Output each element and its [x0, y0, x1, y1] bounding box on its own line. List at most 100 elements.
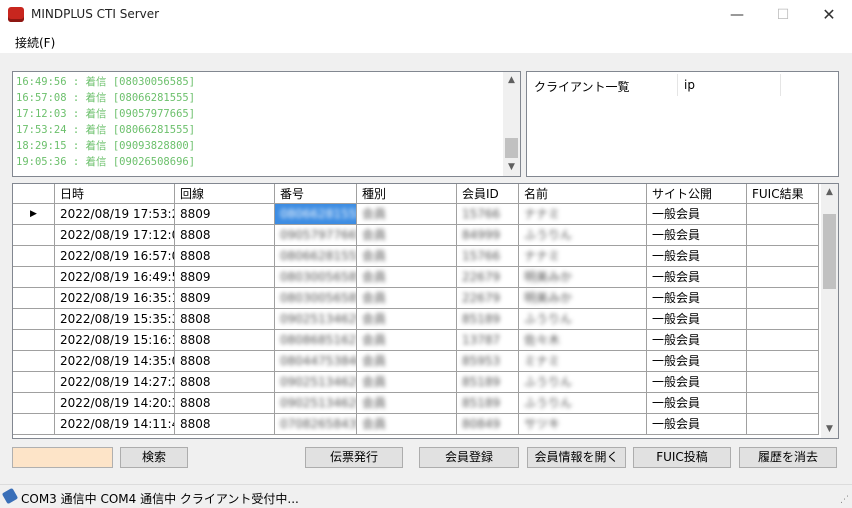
table-row[interactable]: 2022/08/19 14:27:29 8808 09025134629 会員 … [13, 372, 819, 393]
cell-kind[interactable]: 会員 [357, 288, 457, 309]
table-row[interactable]: 2022/08/19 15:16:19 8808 08086851627 会員 … [13, 330, 819, 351]
resize-grip-icon[interactable]: ⋰ [840, 495, 849, 505]
cell-member-id[interactable]: 15766 [457, 204, 519, 225]
cell-datetime[interactable]: 2022/08/19 16:35:18 [55, 288, 175, 309]
table-row[interactable]: 2022/08/19 14:20:31 8808 09025134629 会員 … [13, 393, 819, 414]
call-log[interactable]: 16:49:56 : 着信 [08030056585] 16:57:08 : 着… [12, 71, 521, 177]
col-header-kind[interactable]: 種別 [357, 184, 457, 204]
cell-member-id[interactable]: 85189 [457, 309, 519, 330]
cell-member-id[interactable]: 13787 [457, 330, 519, 351]
table-row[interactable]: ▶ 2022/08/19 17:53:24 8809 08066281555 会… [13, 204, 819, 225]
cell-public[interactable]: 一般会員 [647, 330, 747, 351]
row-header[interactable] [13, 225, 55, 246]
row-header[interactable] [13, 414, 55, 435]
open-member-info-button[interactable]: 会員情報を開く [527, 447, 626, 468]
cell-kind[interactable]: 会員 [357, 414, 457, 435]
cell-name[interactable]: 明美みか [519, 288, 647, 309]
table-row[interactable]: 2022/08/19 16:49:56 8809 08030056585 会員 … [13, 267, 819, 288]
scroll-up-icon[interactable]: ▲ [821, 184, 838, 201]
cell-public[interactable]: 一般会員 [647, 372, 747, 393]
cell-kind[interactable]: 会員 [357, 351, 457, 372]
cell-datetime[interactable]: 2022/08/19 15:35:33 [55, 309, 175, 330]
cell-public[interactable]: 一般会員 [647, 309, 747, 330]
cell-fuic[interactable] [747, 309, 819, 330]
cell-kind[interactable]: 会員 [357, 225, 457, 246]
cell-fuic[interactable] [747, 330, 819, 351]
row-header[interactable] [13, 246, 55, 267]
cell-line[interactable]: 8809 [175, 288, 275, 309]
cell-public[interactable]: 一般会員 [647, 204, 747, 225]
current-row-arrow-icon[interactable]: ▶ [13, 204, 55, 225]
cell-public[interactable]: 一般会員 [647, 393, 747, 414]
cell-name[interactable]: 佐々木 [519, 330, 647, 351]
cell-number[interactable]: 08030056585 [275, 267, 357, 288]
cell-number[interactable]: 09057977665 [275, 225, 357, 246]
cell-datetime[interactable]: 2022/08/19 16:49:56 [55, 267, 175, 288]
fuic-post-button[interactable]: FUIC投稿 [633, 447, 731, 468]
scroll-up-icon[interactable]: ▲ [503, 72, 520, 89]
cell-public[interactable]: 一般会員 [647, 288, 747, 309]
cell-number[interactable]: 08044753846 [275, 351, 357, 372]
cell-line[interactable]: 8808 [175, 309, 275, 330]
cell-datetime[interactable]: 2022/08/19 14:35:08 [55, 351, 175, 372]
row-header[interactable] [13, 351, 55, 372]
cell-line[interactable]: 8809 [175, 204, 275, 225]
col-header-number[interactable]: 番号 [275, 184, 357, 204]
cell-member-id[interactable]: 15766 [457, 246, 519, 267]
minimize-button[interactable]: — [714, 0, 760, 30]
cell-kind[interactable]: 会員 [357, 372, 457, 393]
scroll-thumb[interactable] [823, 214, 836, 289]
close-button[interactable]: ✕ [806, 0, 852, 30]
call-history-grid[interactable]: 日時 回線 番号 種別 会員ID 名前 サイト公開 FUIC結果 ▶ 2022/… [12, 183, 839, 439]
register-member-button[interactable]: 会員登録 [419, 447, 519, 468]
search-input[interactable] [12, 447, 113, 468]
cell-public[interactable]: 一般会員 [647, 225, 747, 246]
cell-datetime[interactable]: 2022/08/19 14:20:31 [55, 393, 175, 414]
cell-fuic[interactable] [747, 351, 819, 372]
cell-member-id[interactable]: 84999 [457, 225, 519, 246]
cell-name[interactable]: ふうりん [519, 225, 647, 246]
cell-line[interactable]: 8808 [175, 225, 275, 246]
cell-line[interactable]: 8808 [175, 414, 275, 435]
cell-line[interactable]: 8809 [175, 267, 275, 288]
grid-scrollbar[interactable]: ▲ ▼ [821, 184, 838, 438]
table-row[interactable]: 2022/08/19 15:35:33 8808 09025134629 会員 … [13, 309, 819, 330]
cell-name[interactable]: ナナミ [519, 246, 647, 267]
cell-public[interactable]: 一般会員 [647, 414, 747, 435]
col-header-name[interactable]: 名前 [519, 184, 647, 204]
cell-datetime[interactable]: 2022/08/19 17:53:24 [55, 204, 175, 225]
cell-name[interactable]: サツキ [519, 414, 647, 435]
cell-kind[interactable]: 会員 [357, 309, 457, 330]
cell-datetime[interactable]: 2022/08/19 16:57:08 [55, 246, 175, 267]
cell-fuic[interactable] [747, 288, 819, 309]
cell-number[interactable]: 08066281555 [275, 204, 357, 225]
col-header-line[interactable]: 回線 [175, 184, 275, 204]
table-row[interactable]: 2022/08/19 17:12:03 8808 09057977665 会員 … [13, 225, 819, 246]
cell-name[interactable]: ふうりん [519, 372, 647, 393]
search-button[interactable]: 検索 [120, 447, 188, 468]
cell-name[interactable]: ふうりん [519, 393, 647, 414]
cell-datetime[interactable]: 2022/08/19 14:11:41 [55, 414, 175, 435]
cell-line[interactable]: 8808 [175, 246, 275, 267]
cell-number[interactable]: 09025134629 [275, 372, 357, 393]
cell-datetime[interactable]: 2022/08/19 14:27:29 [55, 372, 175, 393]
table-row[interactable]: 2022/08/19 14:35:08 8808 08044753846 会員 … [13, 351, 819, 372]
cell-number[interactable]: 09025134629 [275, 309, 357, 330]
cell-fuic[interactable] [747, 372, 819, 393]
row-header[interactable] [13, 267, 55, 288]
cell-fuic[interactable] [747, 414, 819, 435]
cell-datetime[interactable]: 2022/08/19 15:16:19 [55, 330, 175, 351]
cell-kind[interactable]: 会員 [357, 246, 457, 267]
scroll-down-icon[interactable]: ▼ [821, 421, 838, 438]
cell-name[interactable]: 明美みか [519, 267, 647, 288]
cell-number[interactable]: 08066281555 [275, 246, 357, 267]
cell-number[interactable]: 07082658435 [275, 414, 357, 435]
cell-fuic[interactable] [747, 225, 819, 246]
cell-fuic[interactable] [747, 204, 819, 225]
issue-slip-button[interactable]: 伝票発行 [305, 447, 403, 468]
cell-line[interactable]: 8808 [175, 330, 275, 351]
cell-fuic[interactable] [747, 246, 819, 267]
cell-number[interactable]: 09025134629 [275, 393, 357, 414]
row-header[interactable] [13, 309, 55, 330]
row-header[interactable] [13, 288, 55, 309]
